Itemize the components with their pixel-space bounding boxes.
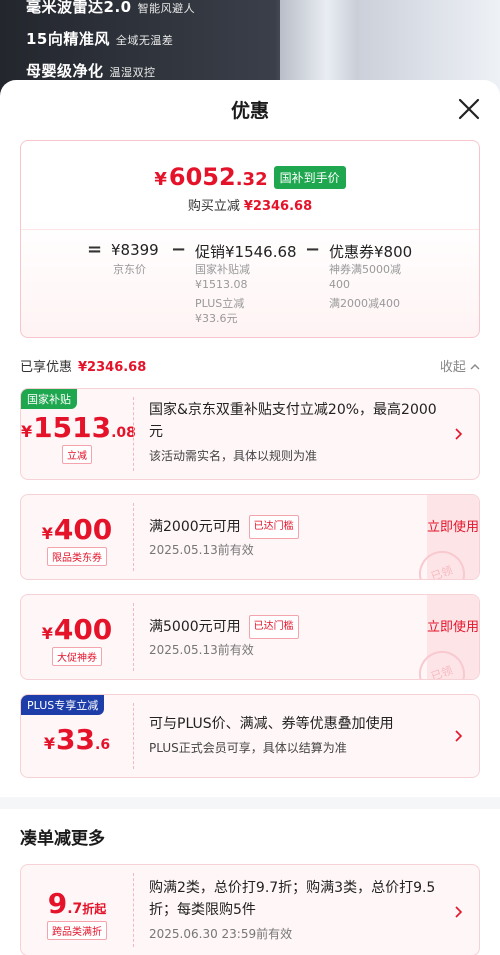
discount-amount-block: 9.7折起 跨品类满折 xyxy=(21,865,133,955)
coupon-detail-2: 满2000减400 xyxy=(329,297,400,310)
subsidy-amount: ¥1513.08 xyxy=(21,411,136,444)
coupon-detail: 神券满5000减 400 xyxy=(329,263,401,291)
close-icon[interactable] xyxy=(456,96,482,122)
chevron-right-icon xyxy=(455,730,463,742)
minus-sign-2: − xyxy=(305,239,321,260)
plus-amount: ¥33.6 xyxy=(43,723,111,756)
discount-tag: 跨品类满折 xyxy=(47,921,107,940)
subsidy-note: 该活动需实名，具体以规则为准 xyxy=(149,449,318,463)
enjoyed-discount: 已享优惠 ¥2346.68 xyxy=(20,360,147,375)
chevron-up-icon xyxy=(470,364,480,370)
subsidy-price-badge: 国补到手价 xyxy=(273,165,346,189)
sheet-title: 优惠 xyxy=(230,100,269,122)
subsidy-tag: 立减 xyxy=(62,445,92,464)
coupon2-date: 2025.05.13前有效 xyxy=(149,643,254,657)
product-image xyxy=(280,0,358,80)
coupon1-date: 2025.05.13前有效 xyxy=(149,543,254,557)
divider xyxy=(21,229,479,230)
coupon1-amount-block: ¥400 限品类东券 xyxy=(21,495,133,579)
card-separator xyxy=(133,603,134,671)
subsidy-card[interactable]: 国家补贴 ¥1513.08 立减 国家&京东双重补贴支付立减20%，最高2000… xyxy=(20,388,480,480)
price-summary: ¥6052.32 国补到手价 购买立减 ¥2346.68 = ¥8399 京东价 −… xyxy=(20,140,480,338)
total-discount: 购买立减 ¥2346.68 xyxy=(187,199,313,214)
threshold-reached-badge: 已达门槛 xyxy=(248,615,299,639)
coupon2-desc: 满5000元可用 已达门槛 xyxy=(149,615,443,639)
banner-line-1: 毫米波雷达2.0 智能风避人 xyxy=(26,0,196,16)
chevron-right-icon xyxy=(455,906,463,918)
equals-sign: = xyxy=(87,239,103,260)
subsidy-amount-block: ¥1513.08 立减 xyxy=(21,389,136,479)
card-separator xyxy=(133,397,134,471)
coupon-total: 优惠券¥800 xyxy=(329,243,413,261)
card-separator xyxy=(133,703,134,769)
chevron-right-icon xyxy=(455,428,463,440)
minus-sign: − xyxy=(171,239,187,260)
banner-line-2: 15向精准风 全域无温差 xyxy=(26,30,174,48)
collapse-button[interactable]: 收起 xyxy=(440,356,480,375)
card-separator xyxy=(133,873,134,947)
coupon2-tag: 大促神券 xyxy=(52,647,102,666)
jd-price: ¥8399 xyxy=(111,241,159,259)
discount-desc: 购满2类，总价打9.7折；购满3类，总价打9.5折；每类限购5件 xyxy=(149,880,436,918)
plus-desc: 可与PLUS价、满减、券等优惠叠加使用 xyxy=(149,716,394,732)
jd-price-label: 京东价 xyxy=(113,263,146,276)
promo-detail: 国家补贴减 ¥1513.08 xyxy=(195,263,250,291)
final-price: ¥6052.32 xyxy=(154,163,268,191)
card-separator xyxy=(133,503,134,571)
discount-sheet: 优惠 ¥6052.32 国补到手价 购买立减 ¥2346.68 = ¥8399 京东… xyxy=(0,80,500,955)
coupon1-tag: 限品类东券 xyxy=(47,547,107,566)
coupon1-desc: 满2000元可用 已达门槛 xyxy=(149,515,443,539)
promo-total: 促销¥1546.68 xyxy=(195,243,297,261)
banner-line-3: 母婴级净化 温湿双控 xyxy=(26,62,156,80)
coupon-card-1[interactable]: ¥400 限品类东券 满2000元可用 已达门槛 2025.05.13前有效 立即… xyxy=(20,494,480,580)
more-discounts-title: 凑单减更多 xyxy=(20,829,105,849)
plus-amount-block: ¥33.6 xyxy=(21,695,133,777)
subsidy-desc: 国家&京东双重补贴支付立减20%，最高2000元 xyxy=(149,402,437,440)
threshold-reached-badge: 已达门槛 xyxy=(248,515,299,539)
section-gap xyxy=(0,797,500,809)
discount-amount: 9.7折起 xyxy=(47,887,107,920)
plus-card[interactable]: PLUS专享立减 ¥33.6 可与PLUS价、满减、券等优惠叠加使用 PLUS正… xyxy=(20,694,480,778)
coupon2-amount-block: ¥400 大促神券 xyxy=(21,595,133,679)
plus-detail: PLUS立减 ¥33.6元 xyxy=(195,297,245,325)
coupon1-amount: ¥400 xyxy=(41,513,113,546)
plus-note: PLUS正式会员可享，具体以结算为准 xyxy=(149,741,347,755)
discount-card[interactable]: 9.7折起 跨品类满折 购满2类，总价打9.7折；购满3类，总价打9.5折；每类… xyxy=(20,864,480,955)
coupon-card-2[interactable]: ¥400 大促神券 满5000元可用 已达门槛 2025.05.13前有效 立即使… xyxy=(20,594,480,680)
coupon2-amount: ¥400 xyxy=(41,613,113,646)
discount-date: 2025.06.30 23:59前有效 xyxy=(149,927,293,941)
